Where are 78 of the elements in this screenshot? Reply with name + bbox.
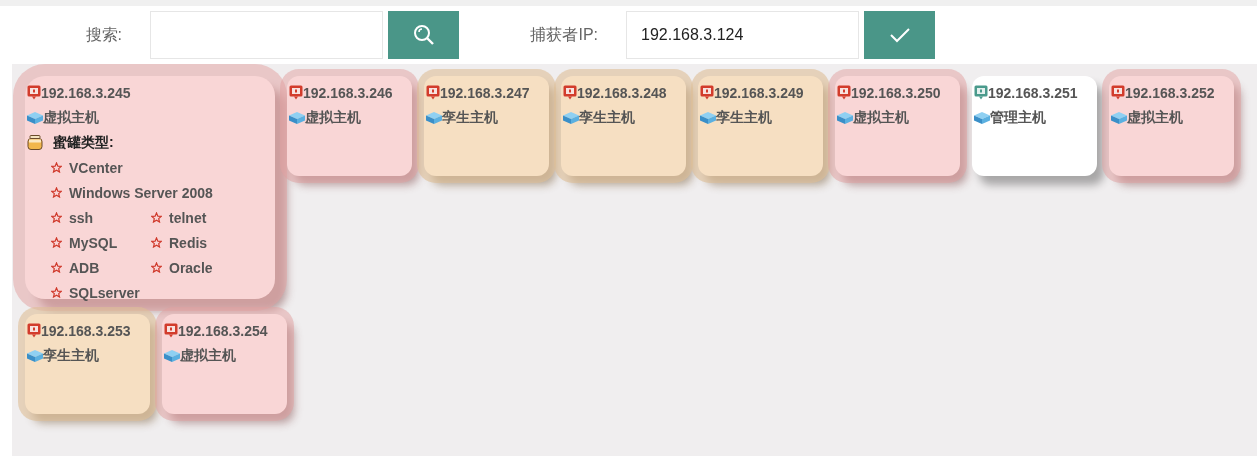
capturer-ip-field[interactable]: 192.168.3.124 — [626, 11, 859, 59]
check-icon — [888, 27, 911, 43]
honeypot-type: SQLserver — [69, 284, 140, 301]
monitor-icon — [426, 85, 440, 100]
honeypot-label: 蜜罐类型: — [53, 133, 114, 152]
host-card[interactable]: 192.168.3.246 虚拟主机 — [287, 76, 412, 176]
search-field[interactable] — [150, 11, 383, 59]
server-icon — [563, 111, 579, 124]
host-ip: 192.168.3.251 — [988, 84, 1078, 101]
server-icon — [974, 111, 990, 124]
host-ip: 192.168.3.254 — [178, 322, 268, 339]
honeypot-type: Oracle — [169, 259, 213, 276]
host-ip: 192.168.3.246 — [303, 84, 393, 101]
monitor-icon — [700, 85, 714, 100]
monitor-icon — [974, 85, 988, 100]
capturer-ip-label: 捕获者IP: — [529, 24, 599, 45]
search-label: 搜索: — [84, 24, 123, 45]
star-icon — [51, 262, 62, 273]
monitor-icon — [164, 323, 178, 338]
host-ip: 192.168.3.249 — [714, 84, 804, 101]
search-button[interactable] — [388, 11, 459, 59]
host-card[interactable]: 192.168.3.252 虚拟主机 — [1109, 76, 1234, 176]
host-type: 虚拟主机 — [180, 346, 236, 365]
monitor-icon — [27, 85, 41, 100]
host-card[interactable]: 192.168.3.247 孪生主机 — [424, 76, 549, 176]
host-card[interactable]: 192.168.3.249 孪生主机 — [698, 76, 823, 176]
server-icon — [27, 349, 43, 362]
server-icon — [837, 111, 853, 124]
star-icon — [51, 212, 62, 223]
host-card[interactable]: 192.168.3.253 孪生主机 — [25, 314, 150, 414]
honeypot-type: Redis — [169, 234, 208, 251]
server-icon — [426, 111, 442, 124]
monitor-icon — [27, 323, 41, 338]
host-type: 虚拟主机 — [1127, 108, 1183, 127]
server-icon — [1111, 111, 1127, 124]
host-ip: 192.168.3.253 — [41, 322, 131, 339]
host-ip: 192.168.3.250 — [851, 84, 941, 101]
host-card[interactable]: 192.168.3.245 虚拟主机 蜜罐类型: VCenter Windows Server 2008 ssh telnet MySQL Redis ADB Oracle SQLserver — [25, 76, 275, 299]
host-type: 虚拟主机 — [853, 108, 909, 127]
honeypot-type: VCenter — [69, 159, 123, 176]
monitor-icon — [837, 85, 851, 100]
host-ip: 192.168.3.252 — [1125, 84, 1215, 101]
star-icon — [151, 237, 162, 248]
star-icon — [51, 187, 62, 198]
server-icon — [700, 111, 716, 124]
star-icon — [151, 212, 162, 223]
honeypot-type: ssh — [69, 209, 94, 226]
honeypot-type: ADB — [69, 259, 100, 276]
host-ip: 192.168.3.248 — [577, 84, 667, 101]
star-icon — [151, 262, 162, 273]
jar-icon — [27, 135, 43, 150]
host-card[interactable]: 192.168.3.248 孪生主机 — [561, 76, 686, 176]
host-type: 孪生主机 — [716, 108, 772, 127]
host-card[interactable]: 192.168.3.251 管理主机 — [972, 76, 1097, 176]
host-ip: 192.168.3.245 — [41, 84, 131, 101]
host-ip: 192.168.3.247 — [440, 84, 530, 101]
host-type: 虚拟主机 — [305, 108, 361, 127]
host-card[interactable]: 192.168.3.250 虚拟主机 — [835, 76, 960, 176]
honeypot-type: Windows Server 2008 — [69, 184, 213, 201]
star-icon — [51, 237, 62, 248]
honeypot-type: MySQL — [69, 234, 118, 251]
host-type: 孪生主机 — [579, 108, 635, 127]
host-type: 虚拟主机 — [43, 108, 99, 127]
monitor-icon — [563, 85, 577, 100]
host-card[interactable]: 192.168.3.254 虚拟主机 — [162, 314, 287, 414]
server-icon — [27, 111, 43, 124]
star-icon — [51, 287, 62, 298]
star-icon — [51, 162, 62, 173]
monitor-icon — [1111, 85, 1125, 100]
server-icon — [164, 349, 180, 362]
honeypot-type: telnet — [169, 209, 207, 226]
monitor-icon — [289, 85, 303, 100]
search-icon — [412, 24, 435, 46]
host-type: 管理主机 — [990, 108, 1046, 127]
host-type: 孪生主机 — [43, 346, 99, 365]
server-icon — [289, 111, 305, 124]
confirm-button[interactable] — [864, 11, 935, 59]
host-type: 孪生主机 — [442, 108, 498, 127]
